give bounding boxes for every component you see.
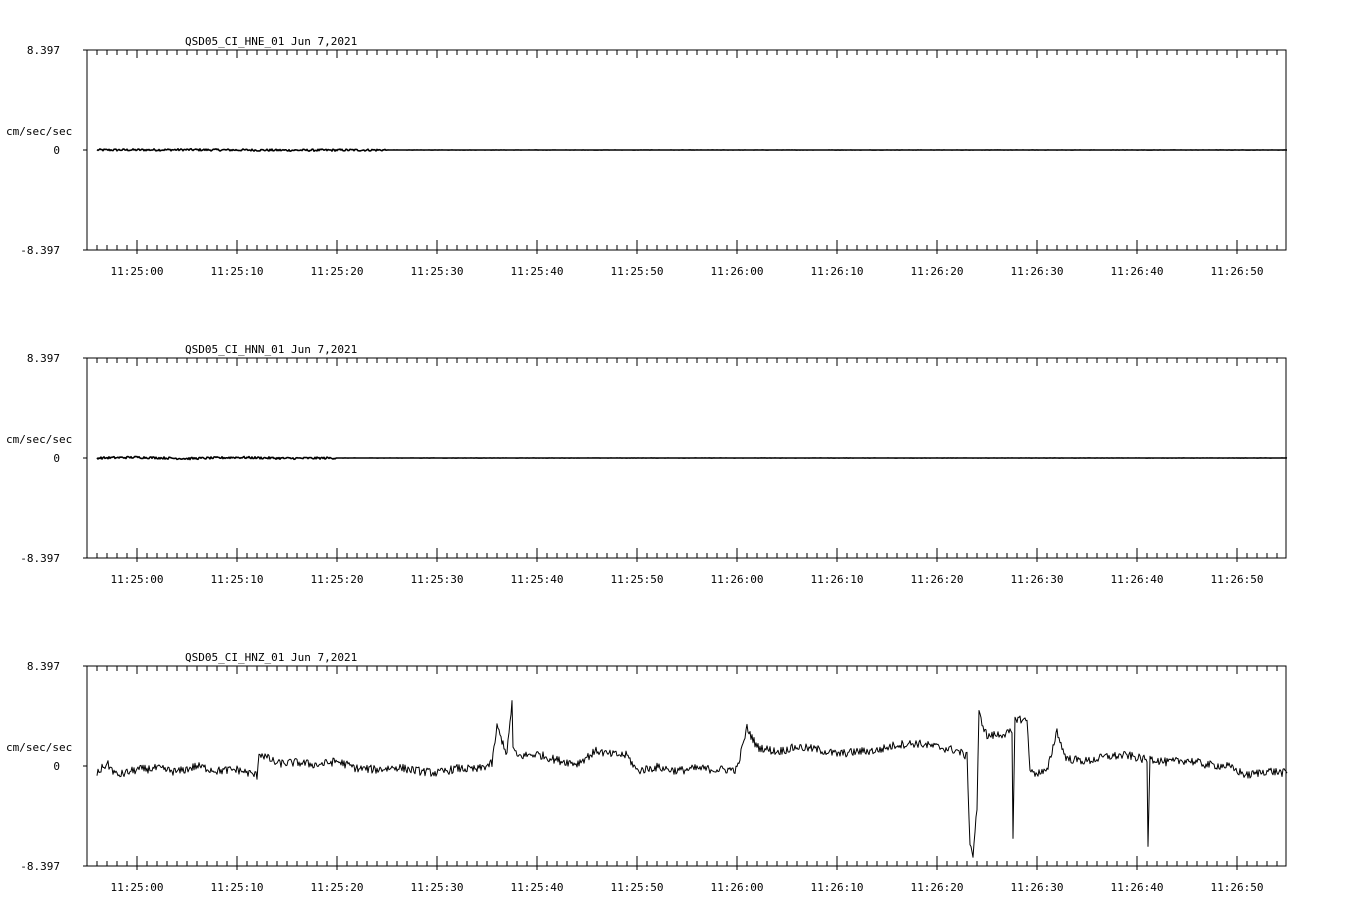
x-tick-label: 11:25:20 — [311, 573, 364, 586]
y-tick-label: 0 — [53, 452, 60, 465]
y-tick-label: 8.397 — [27, 352, 60, 365]
x-tick-label: 11:26:20 — [911, 881, 964, 894]
y-axis-label: cm/sec/sec — [6, 741, 72, 754]
chart-title: QSD05_CI_HNZ_01 Jun 7,2021 — [185, 651, 357, 664]
x-tick-label: 11:25:00 — [111, 573, 164, 586]
x-tick-label: 11:25:40 — [511, 881, 564, 894]
x-tick-label: 11:26:10 — [811, 265, 864, 278]
x-tick-label: 11:26:00 — [711, 881, 764, 894]
x-tick-label: 11:25:00 — [111, 881, 164, 894]
x-tick-label: 11:26:40 — [1111, 573, 1164, 586]
y-axis-label: cm/sec/sec — [6, 433, 72, 446]
chart-title: QSD05_CI_HNE_01 Jun 7,2021 — [185, 35, 357, 48]
x-tick-label: 11:25:10 — [211, 573, 264, 586]
x-tick-label: 11:26:00 — [711, 265, 764, 278]
x-tick-label: 11:25:20 — [311, 881, 364, 894]
x-tick-label: 11:25:40 — [511, 573, 564, 586]
y-tick-label: 0 — [53, 760, 60, 773]
x-tick-label: 11:26:50 — [1211, 881, 1264, 894]
x-tick-label: 11:25:30 — [411, 573, 464, 586]
y-tick-label: -8.397 — [20, 552, 60, 565]
y-tick-label: -8.397 — [20, 860, 60, 873]
x-tick-label: 11:26:10 — [811, 881, 864, 894]
x-tick-label: 11:26:30 — [1011, 265, 1064, 278]
figure-background — [0, 0, 1358, 924]
x-tick-label: 11:25:10 — [211, 881, 264, 894]
x-tick-label: 11:26:30 — [1011, 573, 1064, 586]
x-tick-label: 11:25:50 — [611, 881, 664, 894]
x-tick-label: 11:26:40 — [1111, 265, 1164, 278]
x-tick-label: 11:25:30 — [411, 881, 464, 894]
x-tick-label: 11:26:50 — [1211, 573, 1264, 586]
x-tick-label: 11:26:00 — [711, 573, 764, 586]
x-tick-label: 11:25:50 — [611, 265, 664, 278]
x-tick-label: 11:25:50 — [611, 573, 664, 586]
x-tick-label: 11:25:40 — [511, 265, 564, 278]
x-tick-label: 11:26:40 — [1111, 881, 1164, 894]
x-tick-label: 11:26:20 — [911, 265, 964, 278]
y-tick-label: 8.397 — [27, 660, 60, 673]
x-tick-label: 11:26:50 — [1211, 265, 1264, 278]
y-tick-label: 8.397 — [27, 44, 60, 57]
y-tick-label: 0 — [53, 144, 60, 157]
y-tick-label: -8.397 — [20, 244, 60, 257]
chart-title: QSD05_CI_HNN_01 Jun 7,2021 — [185, 343, 357, 356]
y-axis-label: cm/sec/sec — [6, 125, 72, 138]
x-tick-label: 11:26:10 — [811, 573, 864, 586]
seismogram-figure: QSD05_CI_HNE_01 Jun 7,2021 8.397 0 -8.397 cm… — [0, 0, 1358, 924]
x-tick-label: 11:25:10 — [211, 265, 264, 278]
x-tick-label: 11:25:20 — [311, 265, 364, 278]
x-tick-label: 11:25:00 — [111, 265, 164, 278]
x-tick-label: 11:26:20 — [911, 573, 964, 586]
x-tick-label: 11:26:30 — [1011, 881, 1064, 894]
x-tick-label: 11:25:30 — [411, 265, 464, 278]
